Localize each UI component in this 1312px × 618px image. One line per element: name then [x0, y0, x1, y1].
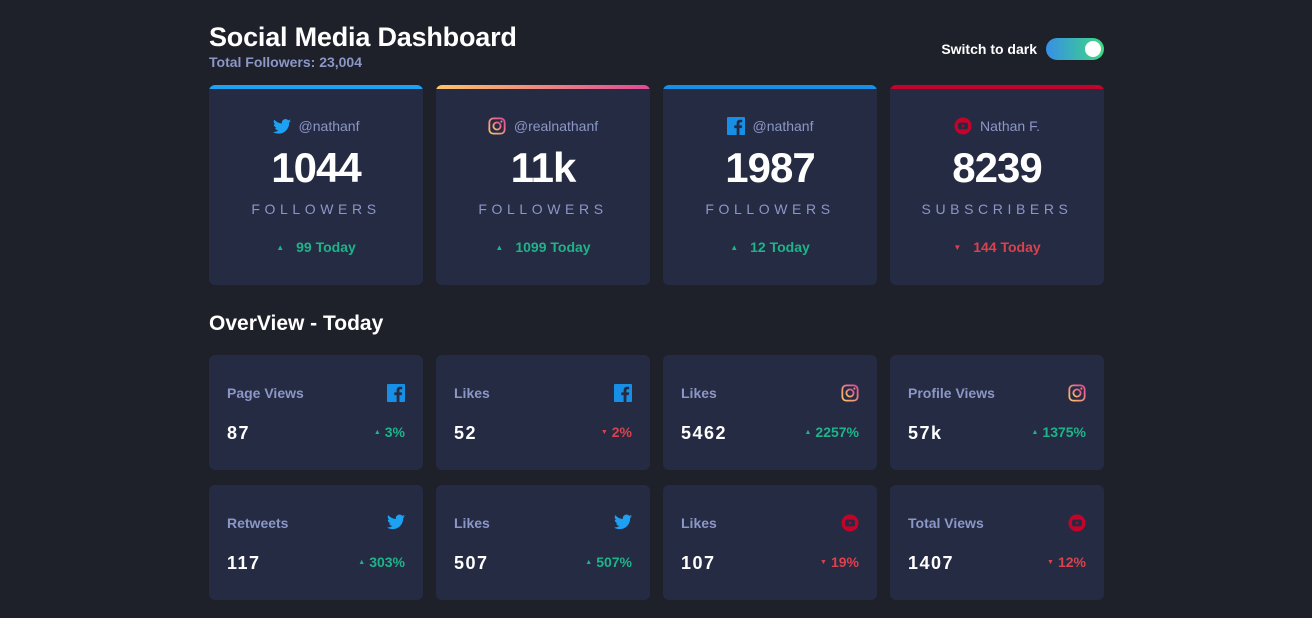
overview-label: Profile Views — [908, 385, 995, 401]
overview-card-facebook-likes[interactable]: Likes 52 ▼ 2% — [436, 355, 650, 470]
youtube-icon — [1068, 514, 1086, 532]
follower-card-twitter[interactable]: @nathanf 1044 FOLLOWERS ▲ 99 Today — [209, 85, 423, 285]
card-handle: @realnathanf — [513, 118, 599, 134]
overview-change: ▲ 3% — [374, 424, 405, 440]
overview-change: ▲ 507% — [585, 554, 632, 570]
overview-label: Total Views — [908, 515, 984, 531]
count-unit: FOLLOWERS — [478, 201, 608, 217]
overview-change-value: 2% — [611, 424, 632, 440]
overview-label: Likes — [454, 515, 490, 531]
overview-label: Likes — [454, 385, 490, 401]
overview-value: 5462 — [681, 423, 728, 443]
arrow-down-icon: ▼ — [1047, 558, 1054, 566]
dark-mode-toggle[interactable] — [1046, 38, 1104, 60]
instagram-icon — [488, 117, 506, 135]
daily-change-value: 144 Today — [973, 239, 1041, 255]
toggle-knob[interactable] — [1085, 41, 1101, 57]
twitter-icon — [614, 514, 632, 532]
toggle-label: Switch to dark — [941, 41, 1037, 57]
arrow-up-icon: ▲ — [495, 242, 504, 252]
daily-change-value: 99 Today — [296, 239, 356, 255]
follower-card-youtube[interactable]: Nathan F. 8239 SUBSCRIBERS ▼ 144 Today — [890, 85, 1104, 285]
follower-card-facebook[interactable]: @nathanf 1987 FOLLOWERS ▲ 12 Today — [663, 85, 877, 285]
follower-count: 1987 — [725, 144, 815, 191]
overview-value: 52 — [454, 423, 478, 443]
card-handle: Nathan F. — [980, 118, 1040, 134]
card-handle: @nathanf — [752, 118, 814, 134]
arrow-up-icon: ▲ — [585, 558, 593, 566]
subscriber-count: 8239 — [952, 144, 1042, 191]
overview-label: Page Views — [227, 385, 304, 401]
overview-change: ▲ 2257% — [804, 424, 859, 440]
overview-change-value: 2257% — [815, 424, 859, 440]
card-accent-bar — [890, 85, 1104, 89]
card-handle: @nathanf — [298, 118, 360, 134]
arrow-up-icon: ▲ — [358, 558, 366, 566]
youtube-icon — [954, 117, 972, 135]
count-unit: SUBSCRIBERS — [921, 201, 1073, 217]
arrow-up-icon: ▲ — [730, 242, 739, 252]
facebook-icon — [726, 117, 745, 135]
card-accent-bar — [663, 85, 877, 89]
follower-card-instagram[interactable]: @realnathanf 11k FOLLOWERS ▲ 1099 Today — [436, 85, 650, 285]
overview-change: ▲ 303% — [358, 554, 405, 570]
facebook-icon — [614, 384, 632, 402]
overview-value: 87 — [227, 423, 251, 443]
follower-count: 1044 — [271, 144, 361, 191]
overview-card-instagram-likes[interactable]: Likes 5462 ▲ 2257% — [663, 355, 877, 470]
card-accent-bar — [436, 85, 650, 89]
overview-change: ▲ 1375% — [1031, 424, 1086, 440]
header: Social Media Dashboard Total Followers: … — [209, 22, 1104, 74]
overview-card-instagram-profile-views[interactable]: Profile Views 57k ▲ 1375% — [890, 355, 1104, 470]
overview-change-value: 19% — [830, 554, 859, 570]
count-unit: FOLLOWERS — [251, 201, 381, 217]
overview-change: ▼ 19% — [820, 554, 859, 570]
card-accent-bar — [209, 85, 423, 89]
overview-card-youtube-likes[interactable]: Likes 107 ▼ 19% — [663, 485, 877, 600]
overview-change-value: 507% — [596, 554, 632, 570]
arrow-down-icon: ▼ — [953, 242, 962, 252]
overview-card-youtube-total-views[interactable]: Total Views 1407 ▼ 12% — [890, 485, 1104, 600]
overview-label: Retweets — [227, 515, 289, 531]
overview-value: 107 — [681, 553, 716, 573]
daily-change: ▲ 1099 Today — [436, 239, 650, 255]
overview-value: 117 — [227, 553, 261, 573]
instagram-icon — [1068, 384, 1086, 402]
twitter-icon — [387, 514, 405, 532]
follower-count: 11k — [510, 144, 577, 191]
overview-change: ▼ 12% — [1047, 554, 1086, 570]
arrow-down-icon: ▼ — [600, 428, 608, 436]
instagram-icon — [841, 384, 859, 402]
daily-change-value: 12 Today — [750, 239, 810, 255]
twitter-icon — [272, 118, 291, 134]
arrow-down-icon: ▼ — [820, 558, 827, 566]
theme-toggle-group: Switch to dark — [941, 38, 1104, 60]
overview-label: Likes — [681, 515, 717, 531]
overview-change-value: 303% — [369, 554, 405, 570]
arrow-up-icon: ▲ — [804, 428, 812, 436]
overview-change-value: 1375% — [1042, 424, 1086, 440]
count-unit: FOLLOWERS — [705, 201, 835, 217]
overview-label: Likes — [681, 385, 717, 401]
facebook-icon — [387, 384, 405, 402]
arrow-up-icon: ▲ — [373, 428, 381, 436]
follower-cards: @nathanf 1044 FOLLOWERS ▲ 99 Today @real… — [209, 85, 1104, 285]
daily-change: ▲ 99 Today — [209, 239, 423, 255]
daily-change: ▼ 144 Today — [890, 239, 1104, 255]
overview-change-value: 12% — [1057, 554, 1086, 570]
overview-card-twitter-retweets[interactable]: Retweets 117 ▲ 303% — [209, 485, 423, 600]
overview-value: 1407 — [908, 553, 955, 573]
overview-change-value: 3% — [384, 424, 405, 440]
daily-change: ▲ 12 Today — [663, 239, 877, 255]
overview-value: 507 — [454, 553, 489, 573]
overview-card-twitter-likes[interactable]: Likes 507 ▲ 507% — [436, 485, 650, 600]
overview-value: 57k — [908, 423, 943, 443]
arrow-up-icon: ▲ — [276, 242, 285, 252]
overview-change: ▼ 2% — [601, 424, 632, 440]
arrow-up-icon: ▲ — [1031, 428, 1039, 436]
daily-change-value: 1099 Today — [515, 239, 591, 255]
youtube-icon — [841, 514, 859, 532]
overview-title: OverView - Today — [209, 312, 384, 335]
overview-card-facebook-page-views[interactable]: Page Views 87 ▲ 3% — [209, 355, 423, 470]
